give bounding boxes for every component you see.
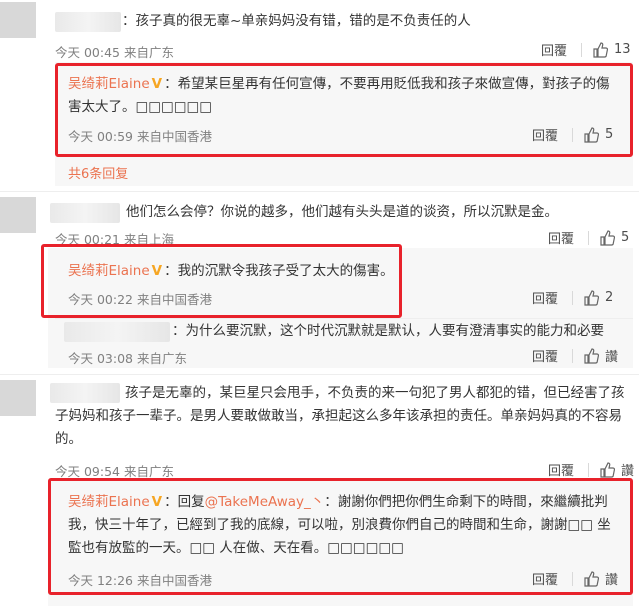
comment-actions: 回覆 5: [548, 228, 629, 247]
blurred-username[interactable]: [55, 12, 121, 32]
action-divider: [572, 290, 574, 305]
like-count: 讚: [621, 464, 635, 479]
comment-text: ：孩子真的很无辜~单亲妈妈没有错，错的是不负责任的人: [122, 13, 471, 29]
like-count: 5: [621, 230, 630, 245]
like-icon[interactable]: [583, 126, 600, 143]
reply-text-block: 吴绮莉Elaine V ：我的沉默令我孩子受了太大的傷害。: [68, 260, 394, 283]
reply-text: ：为什么要沉默，这个时代沉默就是默认，人要有澄清事实的能力和必要: [172, 323, 604, 339]
verified-badge-icon: V: [151, 263, 163, 279]
reply-meta: 今天 00:22 来自中国香港: [68, 292, 212, 307]
like-count: 讚: [605, 350, 619, 365]
comment-actions: 回覆 讚: [548, 460, 634, 479]
reply-author[interactable]: 吴绮莉Elaine: [68, 263, 150, 279]
reply-author[interactable]: 吴绮莉Elaine: [68, 76, 150, 92]
reply-button[interactable]: 回覆: [532, 346, 558, 365]
reply-button[interactable]: 回覆: [532, 288, 558, 307]
verified-badge-icon: V: [151, 76, 163, 92]
verified-badge-icon: V: [151, 494, 163, 510]
blurred-username[interactable]: [50, 203, 120, 223]
reply-prefix: ：回复: [164, 494, 205, 510]
comment-text: 他们怎么会停？你说的越多，他们越有头头是道的谈资，所以沉默是金。: [126, 204, 558, 220]
reply-actions: 回覆 2: [532, 288, 613, 307]
blurred-username[interactable]: [64, 322, 170, 342]
reply-text: ：我的沉默令我孩子受了太大的傷害。: [164, 263, 394, 279]
like-icon[interactable]: [599, 229, 616, 246]
reply-meta: 今天 03:08 来自广东: [68, 351, 187, 366]
divider: [55, 318, 633, 319]
divider: [0, 191, 639, 192]
reply-meta: 今天 00:59 来自中国香港: [68, 129, 212, 144]
like-count: 5: [605, 127, 614, 142]
reply-text-block: 吴绮莉Elaine V ：希望某巨星再有任何宣傳，不要再用貶低我和孩子來做宣傳，對孩…: [68, 73, 618, 119]
reply-text-block: 吴绮莉Elaine V ：回复@TakeMeAway_丶：謝謝你們把你們生命剩下的時…: [68, 491, 620, 560]
action-divider: [588, 230, 590, 245]
reply-actions: 回覆 讚: [532, 569, 618, 588]
like-icon[interactable]: [583, 289, 600, 306]
reply-author[interactable]: 吴绮莉Elaine: [68, 494, 150, 510]
comment-text: 孩子是无辜的，某巨星只会甩手，不负责的来一句犯了男人都犯的错，但已经害了孩子妈妈…: [55, 385, 625, 447]
avatar[interactable]: [0, 2, 36, 38]
reply-button[interactable]: 回覆: [532, 569, 558, 588]
reply-button[interactable]: 回覆: [548, 228, 574, 247]
reply-meta: 今天 12:26 来自中国香港: [68, 573, 212, 588]
like-icon[interactable]: [599, 461, 616, 478]
reply-button[interactable]: 回覆: [541, 40, 567, 59]
reply-actions: 回覆 讚: [532, 346, 618, 365]
avatar[interactable]: [0, 197, 36, 233]
reply-button[interactable]: 回覆: [532, 125, 558, 144]
reply-button[interactable]: 回覆: [548, 460, 574, 479]
like-count: 2: [605, 290, 614, 305]
like-count: 13: [614, 42, 631, 57]
action-divider: [581, 42, 583, 57]
avatar[interactable]: [0, 380, 36, 416]
action-divider: [572, 571, 574, 586]
comment-meta: 今天 00:45 来自广东: [55, 45, 174, 60]
mention-link[interactable]: @TakeMeAway_丶: [205, 494, 325, 510]
divider: [0, 374, 639, 375]
reply-actions: 回覆 5: [532, 125, 613, 144]
like-icon[interactable]: [583, 347, 600, 364]
like-count: 讚: [605, 573, 619, 588]
action-divider: [572, 348, 574, 363]
more-replies-link[interactable]: 共6条回复: [68, 163, 128, 182]
action-divider: [588, 462, 590, 477]
action-divider: [572, 127, 574, 142]
like-icon[interactable]: [583, 570, 600, 587]
comment-actions: 回覆 13: [541, 40, 631, 59]
like-icon[interactable]: [592, 41, 609, 58]
